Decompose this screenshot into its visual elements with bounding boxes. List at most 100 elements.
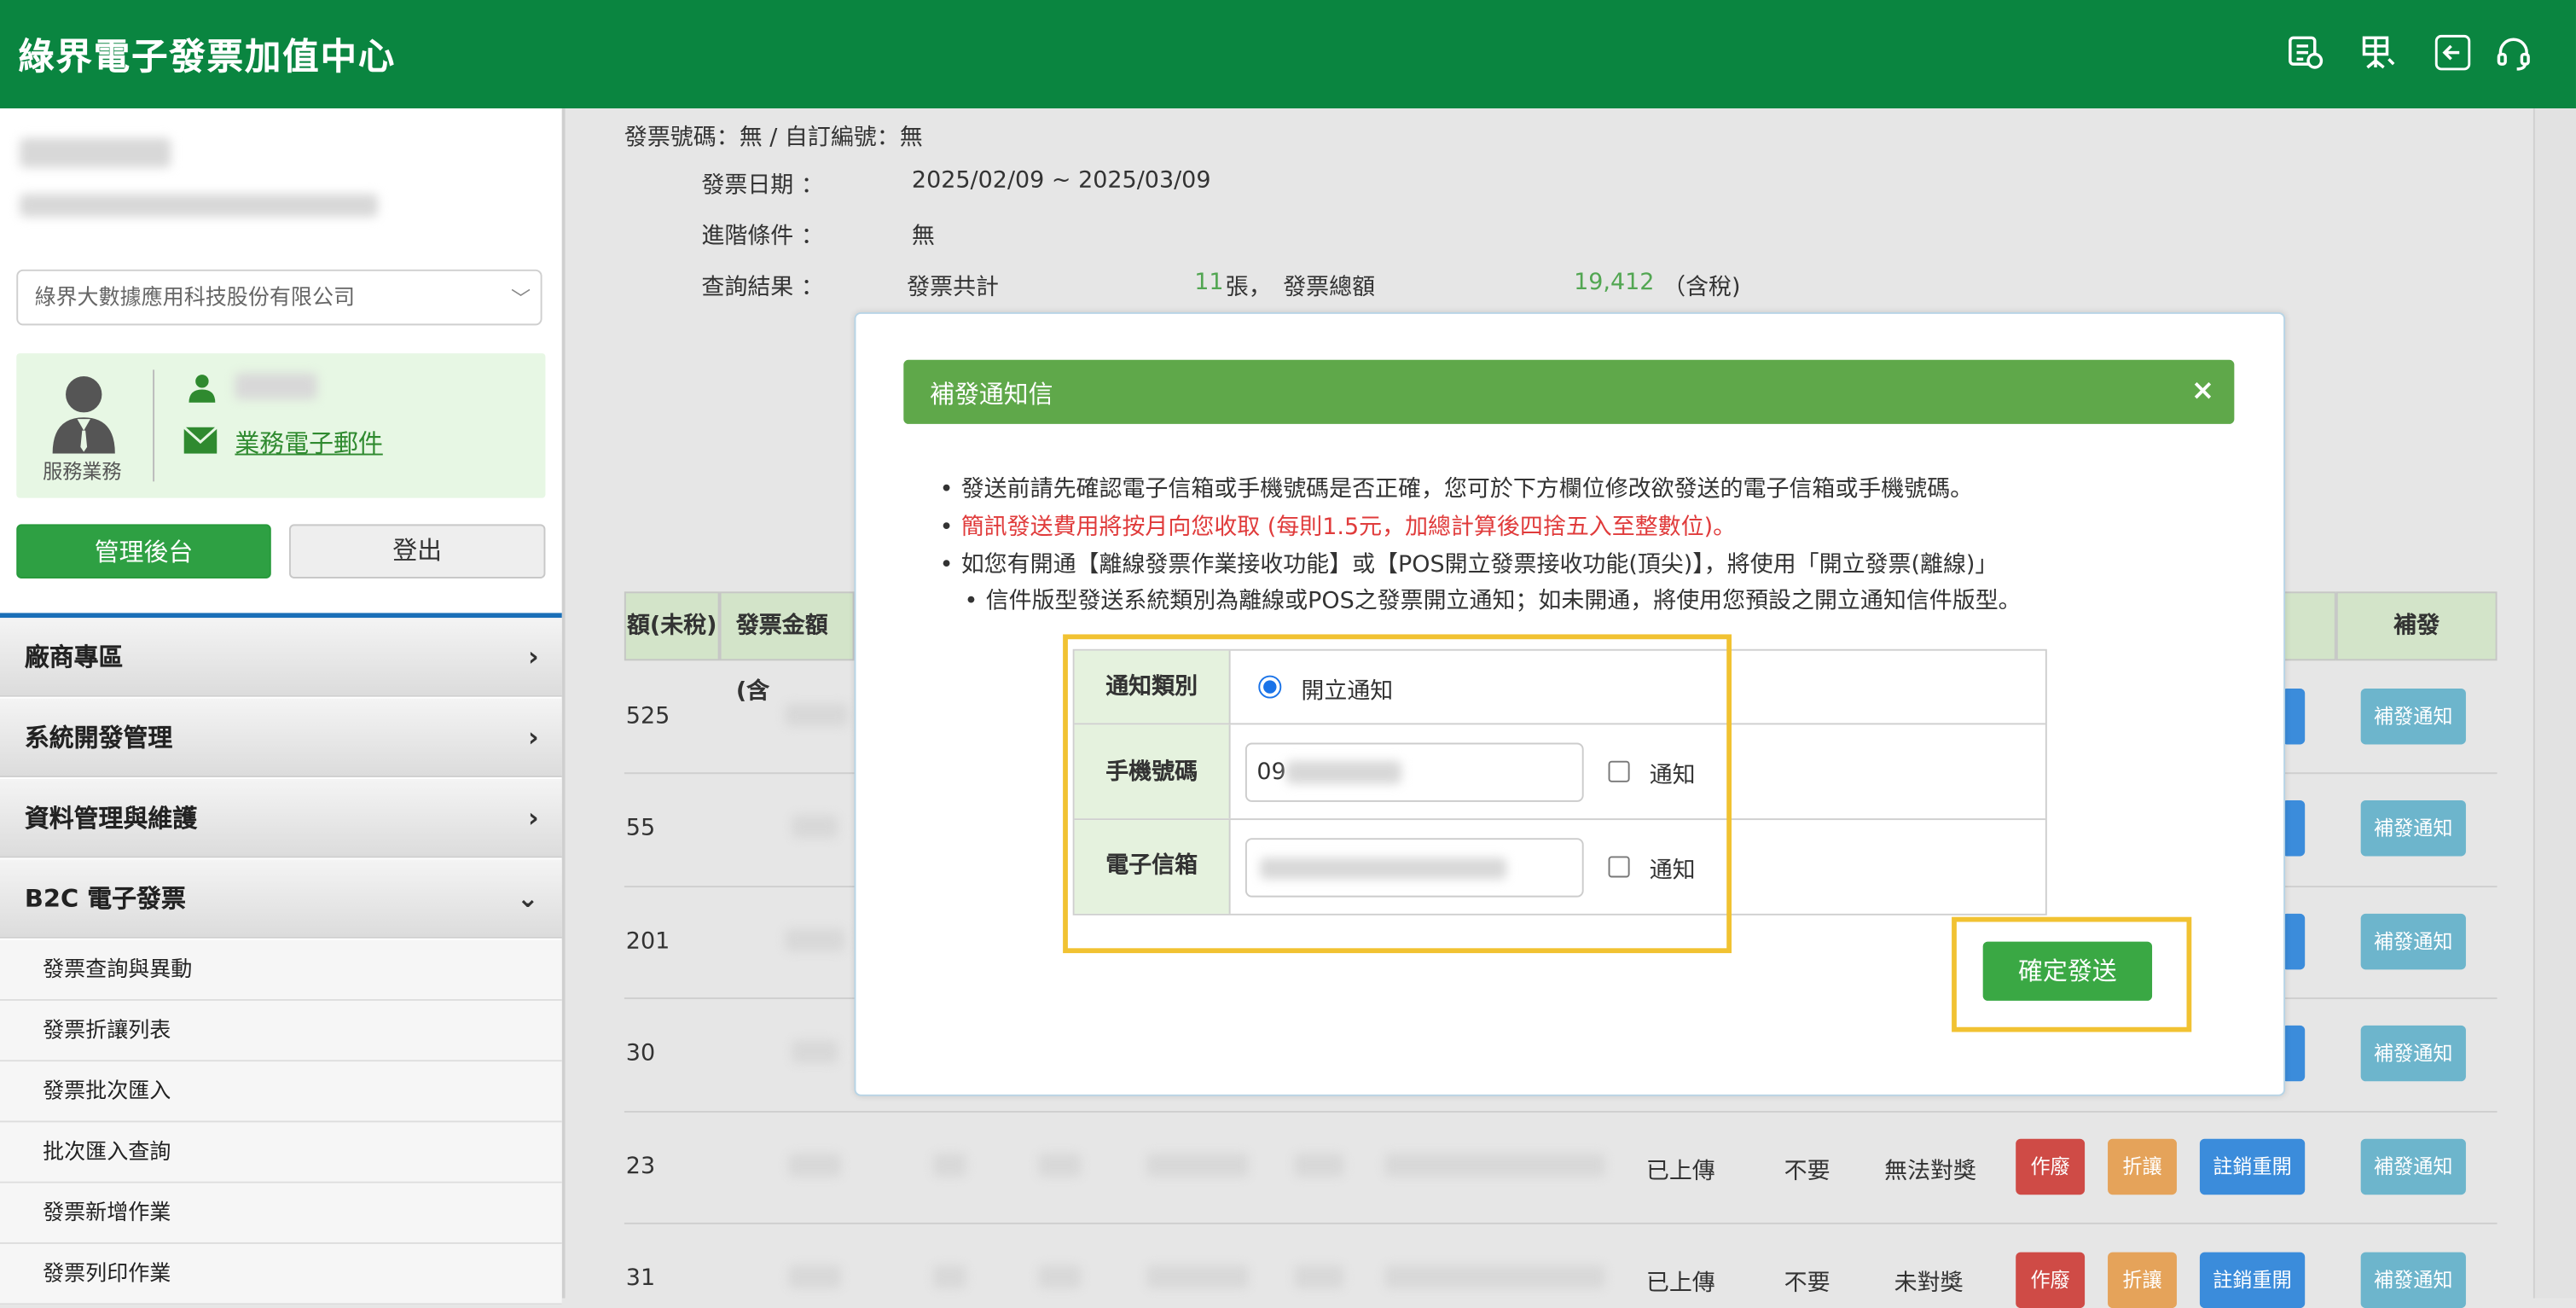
agent-divider — [153, 369, 155, 482]
page-scrollbar[interactable] — [2532, 108, 2576, 1299]
resend-button[interactable]: 補發通知 — [2360, 1025, 2466, 1082]
resend-button[interactable]: 補發通知 — [2360, 1138, 2466, 1195]
tax-note: （含稅) — [1662, 274, 1741, 301]
agent-card: 服務業務 業務電子郵件 — [16, 353, 546, 498]
col-header-amount: 發票金額(含 — [719, 591, 855, 705]
nav-item-data[interactable]: 資料管理與維護 › — [0, 778, 562, 858]
table-row-partial: 30 — [625, 1040, 656, 1067]
company-select-value: 綠界大數據應用科技股份有限公司 — [34, 286, 356, 311]
col-header-partial — [2282, 591, 2336, 661]
agent-avatar-icon — [52, 376, 115, 454]
cell-redacted — [1146, 1265, 1249, 1288]
app-title: 綠界電子發票加值中心 — [18, 38, 397, 79]
cell-redacted — [1146, 1154, 1249, 1177]
sidebar-sub-item[interactable]: 發票列印作業 — [0, 1243, 562, 1305]
sidebar-sub-item[interactable]: 發票新增作業 — [0, 1183, 562, 1244]
row-action-button[interactable] — [2282, 1025, 2306, 1082]
upload-status: 已上傳 — [1645, 1270, 1715, 1297]
admin-button[interactable]: 管理後台 — [16, 524, 271, 578]
cell-redacted — [1038, 1265, 1082, 1288]
advanced-label: 進階條件 ： — [701, 223, 824, 250]
logout-button[interactable]: 登出 — [288, 524, 546, 578]
nav-item-vendor[interactable]: 廠商專區 › — [0, 618, 562, 697]
cancel-reissue-button[interactable]: 註銷重開 — [2199, 1138, 2306, 1195]
resend-button[interactable]: 補發通知 — [2360, 913, 2466, 970]
modal-note: 如您有開通【離線發票作業接收功能】或【POS開立發票接收功能(頂尖)】，將使用「… — [940, 549, 1999, 583]
modal-note-continued: 信件版型發送系統類別為離線或POS之發票開立通知；如未開通，將使用您預設之開立通… — [965, 585, 2022, 619]
date-label: 發票日期 ： — [701, 172, 824, 200]
sidebar-sub-item[interactable]: 發票批次匯入 — [0, 1061, 562, 1123]
agent-email-link[interactable]: 業務電子郵件 — [235, 426, 382, 460]
cell-redacted — [932, 1154, 966, 1177]
void-button[interactable]: 作廢 — [2016, 1138, 2086, 1195]
chevron-down-icon: ⌄ — [516, 882, 539, 914]
headset-icon[interactable] — [2494, 33, 2533, 73]
resend-button[interactable]: 補發通知 — [2360, 1252, 2466, 1308]
close-icon[interactable]: × — [2191, 375, 2214, 408]
allowance-button[interactable]: 折讓 — [2108, 1138, 2177, 1195]
cell-redacted — [932, 1265, 966, 1288]
prize-status: 無法對獎 — [1884, 1158, 1976, 1185]
nav-item-b2c[interactable]: B2C 電子發票 ⌄ — [0, 859, 562, 939]
sidebar-sub-item[interactable]: 批次匯入查詢 — [0, 1122, 562, 1183]
nav-label: B2C 電子發票 — [24, 884, 186, 914]
modal-note-warning: 簡訊發送費用將按月向您收取 (每則1.5元，加總計算後四捨五入至整數位)。 — [940, 511, 1736, 545]
need-status: 不要 — [1784, 1270, 1830, 1297]
table-row-partial: 55 — [625, 815, 656, 842]
row-action-button[interactable] — [2282, 799, 2306, 857]
total-count-label: 發票共計 — [907, 274, 1000, 301]
count-unit: 張， — [1225, 274, 1272, 301]
nav-label: 資料管理與維護 — [24, 803, 198, 834]
confirm-send-button[interactable]: 確定發送 — [1982, 941, 2153, 1001]
agent-role: 服務業務 — [43, 460, 122, 484]
row-action-button[interactable] — [2282, 688, 2306, 745]
sidebar-sub-item[interactable]: 發票折讓列表 — [0, 1000, 562, 1062]
row-divider — [624, 1222, 2498, 1224]
user-name-redacted — [20, 137, 171, 168]
top-header: 綠界電子發票加值中心 — [0, 0, 2576, 109]
chevron-down-icon: ﹀ — [510, 288, 531, 311]
back-arrow-icon[interactable] — [2433, 33, 2472, 73]
resend-button[interactable]: 補發通知 — [2360, 799, 2466, 857]
amount-redacted — [788, 1265, 842, 1288]
advanced-value: 無 — [911, 223, 935, 250]
chevron-right-icon: › — [528, 641, 539, 672]
col-header-pretax: 額(未稅) — [624, 591, 720, 661]
nav-label: 廠商專區 — [24, 642, 124, 672]
sidebar-sub-item[interactable]: 發票查詢與異動 — [0, 939, 562, 1001]
amount-redacted — [785, 928, 844, 952]
row-action-button[interactable] — [2282, 913, 2306, 970]
cell-redacted — [1294, 1154, 1344, 1177]
modal-header: 補發通知信 × — [903, 359, 2235, 424]
table-row-partial: 31 — [625, 1265, 656, 1292]
allowance-button[interactable]: 折讓 — [2108, 1252, 2177, 1308]
prize-status: 未對獎 — [1894, 1270, 1964, 1297]
nav-item-dev[interactable]: 系統開發管理 › — [0, 698, 562, 777]
font-size-icon[interactable] — [2359, 33, 2399, 73]
modal-note: 發送前請先確認電子信箱或手機號碼是否正確，您可於下方欄位修改欲發送的電子信箱或手… — [940, 474, 1973, 508]
user-detail-redacted — [20, 194, 378, 218]
chevron-right-icon: › — [528, 721, 539, 753]
col-header-resend: 補發 — [2335, 591, 2498, 661]
form-highlight — [1063, 634, 1732, 954]
amount-redacted — [792, 1040, 838, 1064]
invoice-chat-icon[interactable] — [2285, 33, 2324, 73]
invoice-no-line: 發票號碼：無 / 自訂編號：無 — [624, 125, 923, 152]
cell-redacted — [1384, 1154, 1605, 1177]
resend-notification-modal: 補發通知信 × 發送前請先確認電子信箱或手機號碼是否正確，您可於下方欄位修改欲發… — [854, 311, 2286, 1096]
upload-status: 已上傳 — [1645, 1158, 1715, 1185]
total-amount: 19,412 — [1574, 269, 1655, 296]
total-amount-label: 發票總額 — [1283, 274, 1376, 301]
amount-redacted — [792, 815, 838, 839]
cell-redacted — [1294, 1265, 1344, 1288]
agent-name-redacted — [235, 373, 317, 400]
amount-redacted — [788, 1154, 842, 1177]
cancel-reissue-button[interactable]: 註銷重開 — [2199, 1252, 2306, 1308]
table-row-partial: 23 — [625, 1154, 656, 1180]
company-select[interactable]: 綠界大數據應用科技股份有限公司 ﹀ — [16, 269, 542, 326]
table-row-partial: 201 — [625, 928, 670, 956]
resend-button[interactable]: 補發通知 — [2360, 688, 2466, 745]
person-icon — [189, 375, 216, 403]
void-button[interactable]: 作廢 — [2016, 1252, 2086, 1308]
table-row-partial: 525 — [625, 703, 670, 730]
